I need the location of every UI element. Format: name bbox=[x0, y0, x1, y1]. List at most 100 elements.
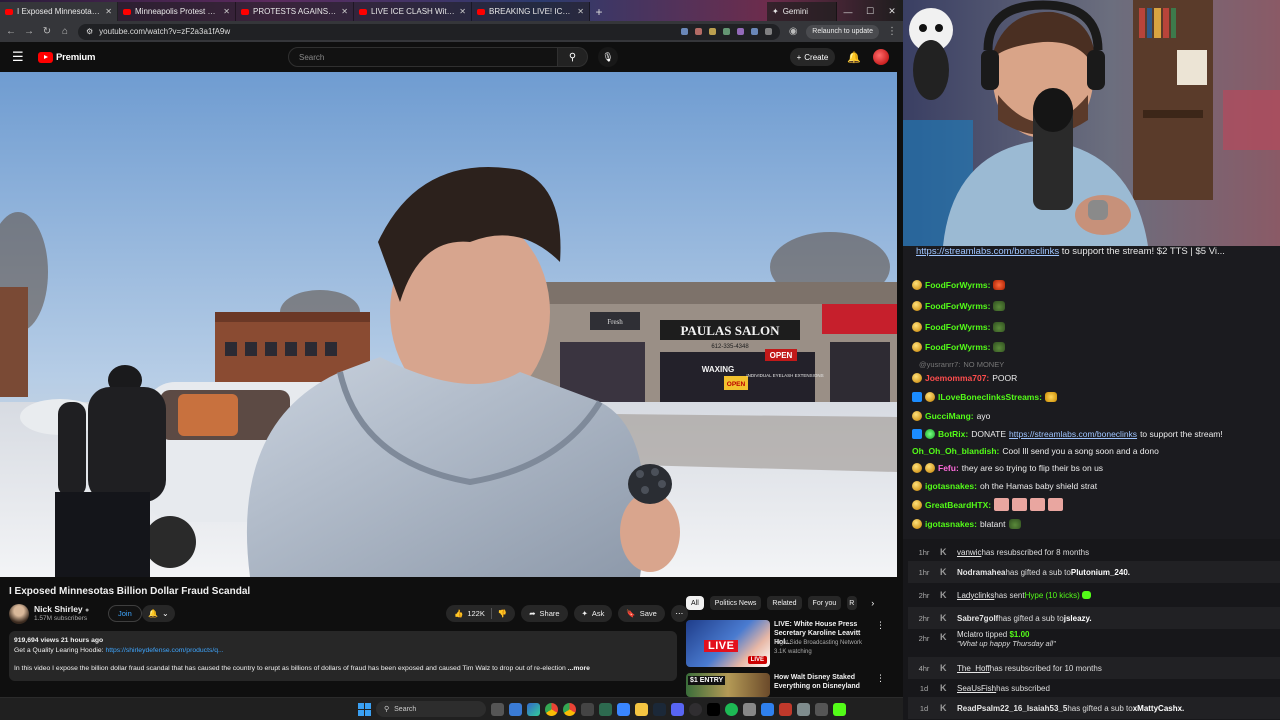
steam-icon[interactable] bbox=[653, 702, 666, 716]
subscribed-bell-button[interactable]: 🔔 ⌄ bbox=[142, 605, 175, 622]
recommendation-item[interactable]: LIVE LIVE LIVE: White House Press Secret… bbox=[686, 620, 891, 668]
ask-button[interactable]: ✦ Ask bbox=[573, 605, 613, 622]
sub-badge-icon bbox=[925, 463, 935, 473]
extension-icon[interactable] bbox=[709, 28, 717, 35]
app-icon[interactable] bbox=[581, 702, 594, 716]
windows-start-icon[interactable] bbox=[358, 702, 371, 716]
chrome-icon[interactable] bbox=[545, 702, 558, 716]
forward-icon[interactable]: → bbox=[24, 26, 34, 37]
close-window-icon[interactable]: ✕ bbox=[881, 2, 903, 21]
task-view-icon[interactable] bbox=[491, 702, 504, 716]
notifications-bell-icon[interactable]: 🔔 bbox=[847, 51, 861, 64]
show-more-button[interactable]: ...more bbox=[568, 665, 590, 672]
app-icon[interactable] bbox=[599, 702, 612, 716]
menu-dots-icon[interactable]: ⋮ bbox=[887, 26, 897, 37]
chip-politics-news[interactable]: Politics News bbox=[709, 596, 762, 610]
account-avatar[interactable] bbox=[873, 49, 889, 65]
close-tab-icon[interactable]: ✕ bbox=[459, 7, 466, 16]
channel-avatar[interactable] bbox=[9, 604, 29, 624]
extension-icon[interactable] bbox=[723, 28, 731, 35]
edge-icon[interactable] bbox=[527, 702, 540, 716]
browser-tab[interactable]: PROTESTS AGAINST ICE CONTI✕ bbox=[236, 2, 354, 21]
thumbs-down-icon[interactable]: 👎 bbox=[498, 609, 507, 618]
recommendation-thumbnail[interactable]: LIVE LIVE bbox=[686, 620, 770, 667]
back-icon[interactable]: ← bbox=[6, 26, 16, 37]
taskbar-search[interactable]: ⚲ Search bbox=[376, 701, 486, 717]
new-tab-button[interactable]: + bbox=[590, 2, 608, 21]
description-box[interactable]: 919,694 views 21 hours ago Get a Quality… bbox=[9, 631, 677, 681]
thumbs-up-icon[interactable]: 👍 bbox=[454, 609, 463, 618]
hoodie-link[interactable]: https://shirleydefense.com/products/q... bbox=[105, 647, 223, 654]
kick-icon[interactable] bbox=[833, 702, 846, 716]
chip-for-you[interactable]: For you bbox=[807, 596, 842, 610]
close-tab-icon[interactable]: ✕ bbox=[223, 7, 230, 16]
save-button[interactable]: 🔖 Save bbox=[618, 605, 665, 622]
address-bar[interactable]: ⚙ youtube.com/watch?v=zF2a3a1fA9w bbox=[78, 23, 781, 40]
extension-icon[interactable] bbox=[751, 28, 759, 35]
maximize-icon[interactable]: ☐ bbox=[859, 2, 881, 21]
app-icon[interactable] bbox=[743, 702, 756, 716]
tiktok-icon[interactable] bbox=[707, 702, 720, 716]
extension-icon[interactable] bbox=[737, 28, 745, 35]
chip-related[interactable]: Related bbox=[767, 596, 802, 610]
bot-badge-icon bbox=[925, 429, 935, 439]
spotify-icon[interactable] bbox=[725, 702, 738, 716]
widgets-icon[interactable] bbox=[509, 702, 522, 716]
browser-tab[interactable]: BREAKING LIVE! ICE protestors✕ bbox=[472, 2, 590, 21]
youtube-logo[interactable]: Premium bbox=[38, 51, 95, 63]
chevron-right-icon[interactable]: › bbox=[871, 598, 874, 608]
site-info-icon[interactable]: ⚙ bbox=[86, 27, 93, 36]
more-options-icon[interactable]: ⋮ bbox=[876, 620, 885, 631]
chip-truncated[interactable]: R bbox=[847, 596, 858, 610]
video-player[interactable]: PAULAS SALON 612-335-4348 OPEN WAXING OP… bbox=[0, 72, 897, 577]
extension-icon[interactable] bbox=[681, 28, 689, 35]
search-input[interactable]: Search bbox=[288, 47, 558, 67]
app-icon[interactable] bbox=[779, 702, 792, 716]
browser-tab[interactable]: LIVE ICE CLASH With Protester✕ bbox=[354, 2, 472, 21]
create-button[interactable]: + Create bbox=[789, 48, 836, 66]
kick-k-icon: K bbox=[940, 703, 947, 713]
hamburger-menu-icon[interactable]: ☰ bbox=[12, 49, 26, 65]
app-icon[interactable] bbox=[617, 702, 630, 716]
obs-icon[interactable] bbox=[689, 702, 702, 716]
recommendation-title[interactable]: How Walt Disney Staked Everything on Dis… bbox=[774, 673, 878, 691]
relaunch-button[interactable]: Relaunch to update bbox=[806, 24, 879, 39]
search-button[interactable]: ⚲ bbox=[558, 47, 588, 67]
description-line-1: Get a Quality Learing Hoodie: https://sh… bbox=[14, 647, 224, 654]
close-tab-icon[interactable]: ✕ bbox=[341, 7, 348, 16]
recommendation-thumbnail[interactable]: $1 ENTRY bbox=[686, 673, 770, 697]
browser-tab[interactable]: Minneapolis Protest 1/15 - You✕ bbox=[118, 2, 236, 21]
store-sign: Fresh bbox=[607, 318, 623, 326]
gemini-button[interactable]: ✦ Gemini bbox=[767, 2, 837, 21]
close-tab-icon[interactable]: ✕ bbox=[105, 7, 112, 16]
profile-icon[interactable]: ◉ bbox=[788, 26, 798, 37]
close-tab-icon[interactable]: ✕ bbox=[577, 7, 584, 16]
streamlabs-link[interactable]: https://streamlabs.com/boneclinks bbox=[916, 246, 1059, 257]
app-icon[interactable] bbox=[797, 702, 810, 716]
chrome-icon[interactable] bbox=[563, 702, 576, 716]
home-icon[interactable]: ⌂ bbox=[60, 26, 70, 37]
sub-badge-icon bbox=[912, 519, 922, 529]
bookmark-icon: 🔖 bbox=[626, 609, 636, 618]
emote-icon bbox=[993, 301, 1006, 311]
voice-search-button[interactable]: 🎙 bbox=[598, 47, 618, 67]
channel-name[interactable]: Nick Shirley ● bbox=[34, 604, 89, 614]
extension-icon[interactable] bbox=[695, 28, 703, 35]
share-button[interactable]: ➦ Share bbox=[521, 605, 568, 622]
app-icon[interactable] bbox=[761, 702, 774, 716]
recommendation-channel[interactable]: Right Side Broadcasting Network bbox=[774, 640, 862, 646]
browser-tab[interactable]: I Exposed Minnesotas Billion D✕ bbox=[0, 2, 118, 21]
more-options-icon[interactable]: ⋮ bbox=[876, 673, 885, 684]
join-button[interactable]: Join bbox=[108, 605, 142, 622]
streamlabs-link[interactable]: https://streamlabs.com/boneclinks bbox=[1009, 429, 1137, 439]
file-explorer-icon[interactable] bbox=[635, 702, 648, 716]
chip-all[interactable]: All bbox=[686, 596, 704, 610]
app-icon[interactable] bbox=[671, 702, 684, 716]
event-row: 1hr Kvanwic has resubscribed for 8 months bbox=[918, 547, 1090, 557]
bookmark-star-icon[interactable] bbox=[765, 28, 773, 35]
like-dislike-button[interactable]: 👍 122K 👎 bbox=[446, 605, 516, 622]
app-icon[interactable] bbox=[815, 702, 828, 716]
reload-icon[interactable]: ↻ bbox=[42, 26, 52, 37]
minimize-icon[interactable]: — bbox=[837, 2, 859, 21]
chat-message: Oh_Oh_Oh_blandish: Cool Ill send you a so… bbox=[912, 446, 1159, 456]
